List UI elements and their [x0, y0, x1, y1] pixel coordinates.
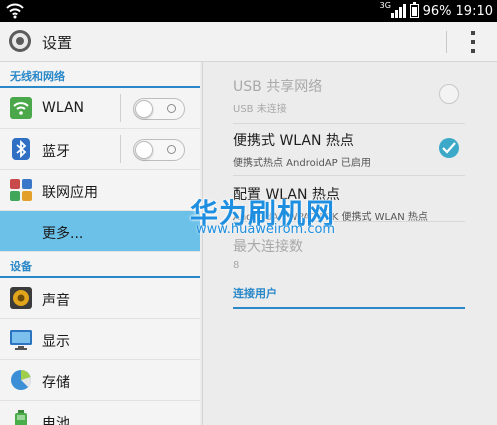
- max-connections-row: 最大连接数 8: [233, 236, 465, 276]
- usb-tethering-title: USB 共享网络: [233, 79, 323, 95]
- section-wireless: 无线和网络: [0, 62, 200, 88]
- settings-icon[interactable]: [8, 29, 32, 53]
- portable-hotspot-row[interactable]: 便携式 WLAN 热点 便携式热点 AndroidAP 已启用: [233, 130, 465, 176]
- list-item-display[interactable]: 显示: [0, 319, 200, 360]
- toggle-off-indicator: [167, 104, 176, 113]
- list-item-connected-apps[interactable]: 联网应用: [0, 170, 200, 211]
- action-bar: 设置: [0, 22, 497, 62]
- item-divider: [120, 135, 121, 163]
- portable-hotspot-title: 便携式 WLAN 热点: [233, 133, 354, 149]
- list-item-battery[interactable]: 电池: [0, 401, 200, 425]
- storage-label: 存储: [42, 375, 70, 391]
- toggle-knob: [135, 141, 153, 159]
- display-icon: [10, 330, 32, 350]
- toggle-off-indicator: [167, 145, 176, 154]
- clock: 19:10: [455, 3, 493, 19]
- storage-pie-icon: [11, 370, 31, 390]
- signal-icon: 3G: [380, 1, 406, 18]
- display-label: 显示: [42, 334, 70, 350]
- max-connections-title: 最大连接数: [233, 239, 303, 255]
- list-item-storage[interactable]: 存储: [0, 360, 200, 401]
- battery-percent: 96%: [422, 3, 452, 19]
- toggle-knob: [135, 100, 153, 118]
- wlan-icon: [10, 97, 32, 119]
- wifi-icon: [6, 3, 24, 19]
- battery-label: 电池: [42, 416, 70, 425]
- portable-hotspot-summary: 便携式热点 AndroidAP 已启用: [233, 158, 371, 169]
- usb-tethering-checkbox: [439, 84, 459, 104]
- list-item-sound[interactable]: 声音: [0, 278, 200, 319]
- battery-setting-icon: [15, 410, 27, 425]
- battery-icon: [409, 2, 419, 18]
- detail-pane: USB 共享网络 USB 未连接 便携式 WLAN 热点 便携式热点 Andro…: [202, 62, 497, 425]
- sound-label: 声音: [42, 293, 70, 309]
- network-type: 3G: [379, 1, 391, 10]
- connected-users-header: 连接用户: [233, 285, 465, 309]
- bluetooth-icon: [12, 138, 30, 160]
- wlan-label: WLAN: [42, 100, 85, 116]
- page-title: 设置: [42, 34, 73, 52]
- speaker-icon: [10, 287, 32, 309]
- usb-tethering-summary: USB 未连接: [233, 104, 287, 115]
- check-icon: [442, 142, 456, 154]
- max-connections-value: 8: [233, 260, 240, 271]
- action-divider: [446, 31, 447, 53]
- bluetooth-toggle[interactable]: [133, 139, 185, 161]
- overflow-menu-icon[interactable]: [468, 31, 478, 53]
- usb-tethering-row: USB 共享网络 USB 未连接: [233, 76, 465, 124]
- connected-apps-icon: [10, 179, 32, 201]
- watermark-url: www.huaweirom.com: [196, 222, 336, 237]
- status-bar: 3G 96% 19:10: [0, 0, 497, 22]
- connected-apps-label: 联网应用: [42, 185, 98, 201]
- portable-hotspot-checkbox[interactable]: [439, 138, 459, 158]
- list-item-wlan[interactable]: WLAN: [0, 88, 200, 129]
- bluetooth-label: 蓝牙: [42, 144, 70, 160]
- settings-list: 无线和网络 WLAN 蓝牙 联网应用 更多... 设备 声音 显示 存储 电池: [0, 62, 200, 425]
- more-label: 更多...: [42, 226, 84, 242]
- wlan-toggle[interactable]: [133, 98, 185, 120]
- list-item-bluetooth[interactable]: 蓝牙: [0, 129, 200, 170]
- list-item-more[interactable]: 更多...: [0, 211, 200, 252]
- item-divider: [120, 94, 121, 122]
- section-device: 设备: [0, 252, 200, 278]
